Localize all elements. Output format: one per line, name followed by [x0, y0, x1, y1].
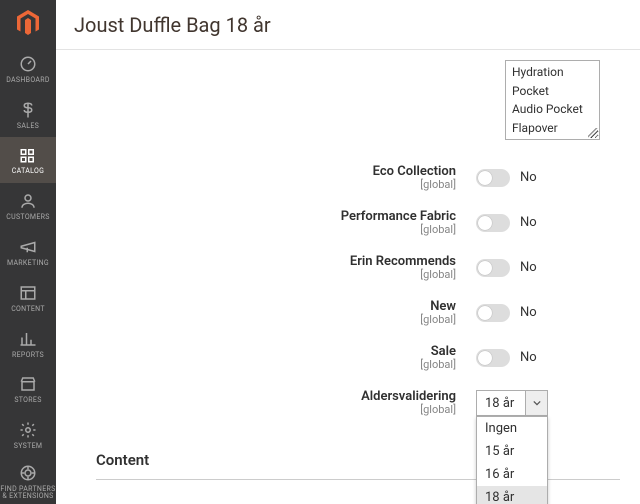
sidebar-item-label: STORES: [14, 397, 41, 404]
feature-option[interactable]: Flapover: [512, 119, 593, 138]
field-label: Erin Recommends: [350, 254, 456, 269]
megaphone-icon: [18, 237, 38, 257]
gear-icon: [18, 420, 38, 440]
row-erin-recommends: Erin Recommends [global] No: [96, 254, 620, 281]
catalog-icon: [18, 145, 38, 165]
toggle-value: No: [520, 305, 537, 320]
age-select-dropdown: Ingen 15 år 16 år 18 år 21 år: [476, 416, 548, 504]
content-icon: [18, 283, 38, 303]
sidebar-item-label: CONTENT: [11, 306, 45, 313]
sidebar-item-stores[interactable]: STORES: [0, 367, 56, 413]
toggle-value: No: [520, 260, 537, 275]
age-option[interactable]: 15 år: [477, 440, 547, 463]
page-title: Joust Duffle Bag 18 år: [74, 13, 271, 37]
sidebar-item-marketing[interactable]: MARKETING: [0, 229, 56, 275]
sidebar-item-partners[interactable]: FIND PARTNERS & EXTENSIONS: [0, 458, 56, 504]
row-performance-fabric: Performance Fabric [global] No: [96, 209, 620, 236]
sidebar-item-label: CATALOG: [12, 168, 44, 175]
field-label: Performance Fabric: [341, 209, 456, 224]
sidebar-item-label: DASHBOARD: [6, 77, 50, 84]
sidebar-item-label: FIND PARTNERS & EXTENSIONS: [0, 486, 56, 500]
stores-icon: [18, 374, 38, 394]
row-eco-collection: Eco Collection [global] No: [96, 164, 620, 191]
feature-option[interactable]: Waterproof: [512, 137, 593, 140]
age-select-value[interactable]: 18 år: [476, 390, 526, 416]
feature-option[interactable]: Hydration Pocket: [512, 63, 593, 100]
toggle-value: No: [520, 170, 537, 185]
sidebar-item-content[interactable]: CONTENT: [0, 275, 56, 321]
field-scope: [global]: [96, 359, 456, 371]
sidebar-item-system[interactable]: SYSTEM: [0, 412, 56, 458]
magento-logo[interactable]: [0, 0, 56, 46]
age-option[interactable]: 18 år: [477, 486, 547, 504]
customers-icon: [18, 191, 38, 211]
chevron-down-icon: [533, 399, 541, 407]
sidebar-item-label: CUSTOMERS: [6, 214, 49, 221]
row-aldersvalidering: Aldersvalidering [global] 18 år Ingen 15…: [96, 389, 620, 416]
sidebar-item-label: MARKETING: [7, 260, 49, 267]
features-multiselect[interactable]: Hydration Pocket Audio Pocket Flapover W…: [505, 60, 600, 140]
field-scope: [global]: [96, 224, 456, 236]
toggle-new[interactable]: [476, 304, 510, 322]
magento-logo-icon: [17, 10, 39, 36]
sidebar-item-sales[interactable]: SALES: [0, 92, 56, 138]
field-scope: [global]: [96, 269, 456, 281]
field-scope: [global]: [96, 314, 456, 326]
age-option[interactable]: 16 år: [477, 463, 547, 486]
field-scope: [global]: [96, 179, 456, 191]
sidebar-item-catalog[interactable]: CATALOG: [0, 137, 56, 183]
toggle-erin-recommends[interactable]: [476, 259, 510, 277]
row-new: New [global] No: [96, 299, 620, 326]
field-label: Aldersvalidering: [361, 389, 456, 404]
sidebar-item-label: REPORTS: [12, 352, 44, 359]
toggle-value: No: [520, 350, 537, 365]
dollar-icon: [18, 100, 38, 120]
sidebar-item-dashboard[interactable]: DASHBOARD: [0, 46, 56, 92]
sidebar-item-customers[interactable]: CUSTOMERS: [0, 183, 56, 229]
age-option[interactable]: Ingen: [477, 417, 547, 440]
toggle-eco-collection[interactable]: [476, 169, 510, 187]
sidebar-item-label: SALES: [17, 123, 39, 130]
toggle-value: No: [520, 215, 537, 230]
field-scope: [global]: [96, 404, 456, 416]
row-sale: Sale [global] No: [96, 344, 620, 371]
field-label: New: [430, 299, 456, 314]
dashboard-icon: [18, 54, 38, 74]
page-header: Joust Duffle Bag 18 år: [56, 0, 640, 50]
toggle-performance-fabric[interactable]: [476, 214, 510, 232]
toggle-sale[interactable]: [476, 349, 510, 367]
field-label: Sale: [431, 344, 456, 359]
partners-icon: [18, 463, 38, 483]
field-label: Eco Collection: [373, 164, 456, 179]
sidebar-item-label: SYSTEM: [14, 443, 43, 450]
age-select[interactable]: 18 år Ingen 15 år 16 år 18 år 21 år: [476, 390, 548, 416]
admin-sidebar: DASHBOARD SALES CATALOG CUSTOMERS MARKET…: [0, 0, 56, 504]
sidebar-item-reports[interactable]: REPORTS: [0, 321, 56, 367]
feature-option[interactable]: Audio Pocket: [512, 100, 593, 119]
age-select-toggle[interactable]: [526, 390, 548, 416]
reports-icon: [18, 329, 38, 349]
